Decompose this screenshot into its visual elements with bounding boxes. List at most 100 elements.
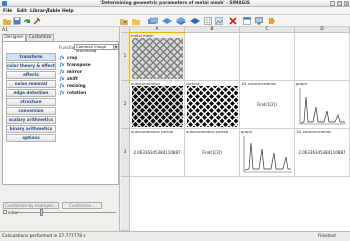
function-crop-label: crop (67, 55, 78, 60)
monitor-icon[interactable] (255, 17, 263, 25)
function-rotation[interactable]: ƒx rotation (60, 90, 86, 96)
view-checkbox[interactable] (3, 210, 7, 214)
autocorrelation-image (132, 86, 183, 127)
cell-b3-caption: autocorrelation period (186, 129, 229, 134)
function-transpose[interactable]: ƒx transpose (60, 62, 91, 68)
grid-icon[interactable] (204, 17, 212, 25)
layers-icon[interactable] (162, 17, 172, 25)
category-transform[interactable]: transform (6, 53, 56, 61)
cell-c3[interactable]: graph (240, 129, 295, 177)
cell-c2[interactable]: 1D autocorrelation Find(1[2]) (240, 81, 295, 129)
open-icon[interactable] (3, 17, 11, 25)
cell-d3-value: 2.06336345384110887 (298, 150, 346, 155)
cell-a1[interactable]: metal mesh (129, 32, 186, 82)
function-transpose-label: transpose (67, 62, 91, 67)
closing-image (187, 86, 238, 127)
menu-file[interactable]: File (3, 9, 12, 14)
table-icon[interactable] (243, 17, 251, 25)
row-header-empty (121, 177, 130, 231)
function-crop[interactable]: ƒx crop (60, 55, 77, 61)
menu-table[interactable]: Table (47, 9, 60, 14)
cell-a3[interactable]: autocorrelation period 2.063363453841108… (130, 129, 185, 177)
autocorrelation-graph (299, 88, 346, 125)
cell-b2[interactable]: closing (185, 81, 240, 129)
category-options[interactable]: options (6, 134, 56, 142)
cell-d2-caption: graph (296, 81, 308, 86)
metal-mesh-image (132, 38, 183, 79)
cell-d1[interactable] (295, 33, 350, 81)
status-bar: Calculations performed in 27.777778 s Fi… (0, 231, 350, 241)
function-shift-label: shift (67, 76, 78, 81)
cell-reference: A1 (2, 28, 8, 33)
category-structure[interactable]: structure (6, 98, 56, 106)
cell-b3[interactable]: autocorrelation period Find(1[3]) (185, 129, 240, 177)
function-shift[interactable]: ƒx shift (60, 76, 78, 82)
mirror-icon: ƒx (60, 69, 65, 74)
cell-d3[interactable]: 1D autocorrelation 2.06336345384110887 (295, 129, 350, 177)
zoom-slider-handle[interactable] (40, 209, 43, 216)
functions-dropdown[interactable]: Common image processing ▼ (74, 44, 119, 53)
function-panel: A1 Designer Customize Functions of: Comm… (0, 27, 120, 231)
period-graph (243, 136, 292, 173)
category-scalary-arithmetics[interactable]: scalary arithmetics (6, 116, 56, 124)
cell-c2-value: Find(1[2]) (257, 102, 277, 107)
function-mirror-label: mirror (67, 69, 82, 74)
minimize-icon[interactable]: _ (330, 1, 335, 6)
category-conversion[interactable]: conversion (6, 107, 56, 115)
function-resizing-label: resizing (67, 83, 86, 88)
toolbar (0, 15, 350, 27)
tool-icon[interactable] (33, 17, 41, 25)
menu-edit[interactable]: Edit (17, 9, 27, 14)
cell-b1[interactable] (185, 33, 240, 81)
save-icon[interactable] (13, 17, 21, 25)
cell-a2[interactable]: autocorrelation (130, 81, 185, 129)
cell-a3-caption: autocorrelation period (131, 129, 174, 134)
cell-c2-caption: 1D autocorrelation (241, 81, 277, 86)
tab-customize[interactable]: Customize (26, 34, 54, 41)
row-header-1[interactable]: 1 (121, 33, 130, 81)
tag-icon[interactable] (268, 17, 276, 25)
redo-icon[interactable] (23, 17, 31, 25)
blue-box-icon[interactable] (190, 17, 200, 25)
row-header-2[interactable]: 2 (121, 81, 130, 129)
menu-library[interactable]: Library (30, 9, 48, 14)
shift-icon: ƒx (60, 76, 65, 81)
transpose-icon: ƒx (60, 62, 65, 67)
category-edge-detection[interactable]: edge detection (6, 89, 56, 97)
category-binary-arithmetics[interactable]: binary arithmetics (6, 125, 56, 133)
customize-by-example-button[interactable]: Customize by example... (3, 202, 59, 209)
tab-designer[interactable]: Designer (2, 34, 26, 41)
chevron-down-icon[interactable]: ▼ (113, 45, 118, 49)
film-icon[interactable] (176, 17, 186, 25)
function-resizing[interactable]: ƒx resizing (60, 83, 86, 89)
function-mirror[interactable]: ƒx mirror (60, 69, 82, 75)
customize-button[interactable]: Customize... (62, 202, 102, 209)
crop-icon: ƒx (60, 55, 65, 60)
close-icon[interactable]: × (344, 1, 349, 6)
maximize-icon[interactable]: □ (337, 1, 342, 6)
zoom-slider-track[interactable] (14, 212, 116, 213)
resizing-icon: ƒx (60, 83, 65, 88)
function-rotation-label: rotation (67, 90, 87, 95)
image-icon[interactable] (215, 17, 223, 25)
cell-d2[interactable]: graph (295, 81, 350, 129)
spreadsheet: A B C D 1 2 3 metal mesh autocorrelation… (121, 27, 350, 231)
open-images-icon[interactable] (120, 17, 128, 25)
cell-c1[interactable] (240, 33, 295, 81)
category-noise-removal[interactable]: noise removal (6, 80, 56, 88)
status-text: Calculations performed in 27.777778 s (2, 234, 86, 239)
folder-icon[interactable] (132, 17, 140, 25)
status-finished: Finished (318, 234, 336, 239)
rotation-icon: ƒx (60, 90, 65, 95)
delete-icon[interactable] (229, 17, 237, 25)
category-effects[interactable]: effects (6, 71, 56, 79)
window-title: 'Determining geometric parameters of met… (100, 1, 250, 6)
cell-c3-caption: graph (241, 129, 253, 134)
cell-b3-value: Find(1[3]) (202, 150, 222, 155)
title-bar: 'Determining geometric parameters of met… (0, 0, 350, 7)
image-stack-icon[interactable] (148, 17, 158, 25)
row-header-3[interactable]: 3 (121, 129, 130, 177)
category-color-theory[interactable]: color theory & effects (6, 62, 56, 70)
cell-a3-value: 2.06336345384110887 (133, 150, 181, 155)
menu-help[interactable]: Help (62, 9, 74, 14)
